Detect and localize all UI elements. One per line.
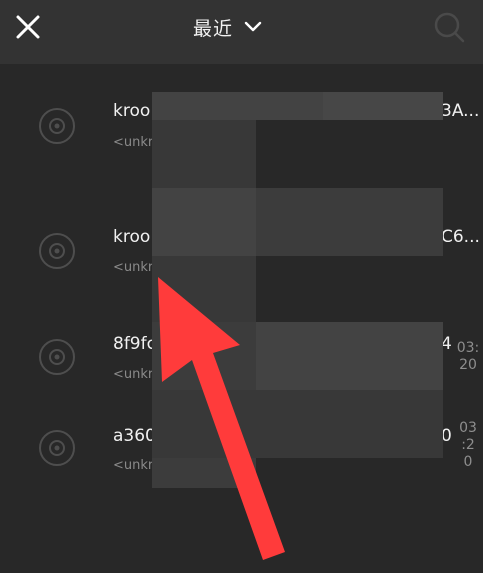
item-title-tail: 3A... (441, 101, 480, 121)
title-dropdown[interactable]: 最近 (193, 12, 263, 42)
duration-line: 03 (459, 420, 477, 436)
page-title: 最近 (193, 17, 234, 40)
close-button[interactable] (14, 13, 42, 41)
duration-line: 03: (456, 340, 480, 356)
item-subtitle: <unkr (113, 458, 154, 473)
duration-line: 0 (463, 454, 473, 470)
privacy-mosaic (152, 390, 443, 458)
duration-line: :2 (461, 437, 475, 453)
top-bar: 最近 (0, 0, 483, 64)
disc-icon (39, 430, 75, 466)
chevron-down-icon (244, 21, 262, 32)
privacy-mosaic (256, 322, 443, 390)
disc-icon (39, 233, 75, 269)
item-duration: 03 :2 0 (455, 420, 481, 471)
close-icon (16, 15, 40, 39)
privacy-mosaic (152, 458, 256, 488)
privacy-mosaic (256, 188, 443, 256)
item-title: 8f9fc (113, 334, 156, 354)
item-subtitle: <unkr (113, 260, 154, 275)
item-title: kroo (113, 101, 151, 121)
privacy-mosaic (152, 256, 256, 322)
privacy-mosaic (152, 120, 256, 188)
item-title-tail: C6... (441, 227, 480, 247)
search-icon (434, 12, 465, 43)
item-subtitle: <unkr (113, 367, 154, 382)
disc-icon (39, 339, 75, 375)
item-title: kroo (113, 227, 151, 247)
item-subtitle: <unkr (113, 135, 154, 150)
item-title: a360 (113, 426, 156, 446)
privacy-mosaic (323, 92, 443, 120)
search-button[interactable] (432, 10, 466, 44)
disc-icon (39, 108, 75, 144)
item-duration: 03: 20 (455, 340, 481, 374)
duration-line: 20 (459, 357, 477, 373)
